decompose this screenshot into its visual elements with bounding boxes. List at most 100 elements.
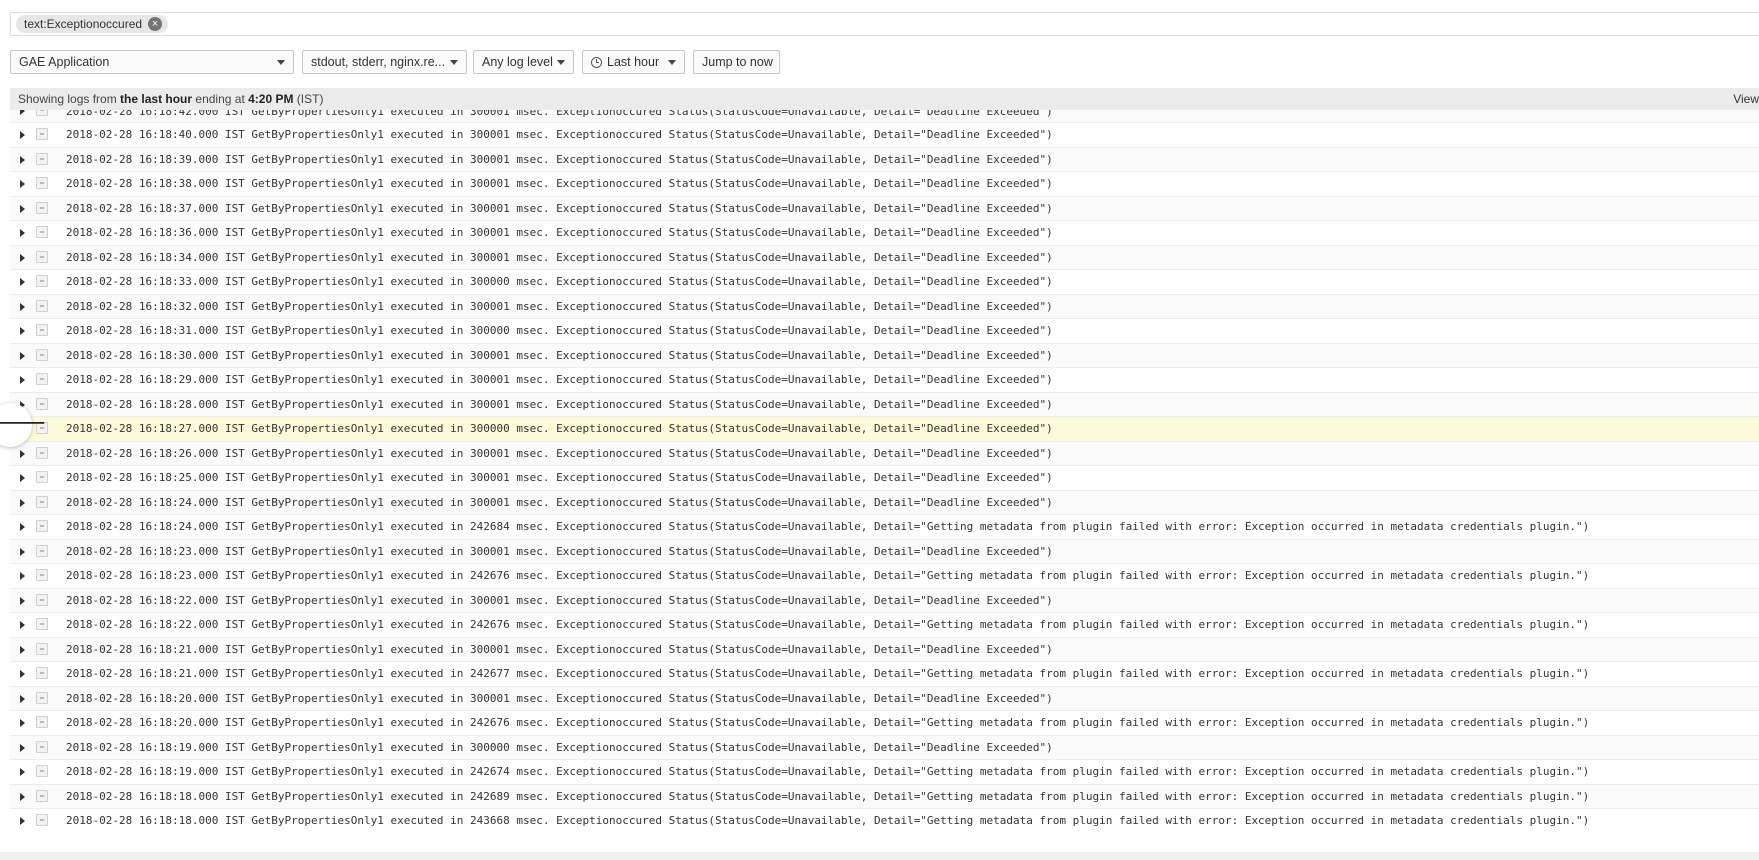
log-entry-text: 2018-02-28 16:18:42.000 IST GetByPropert… bbox=[66, 110, 1053, 118]
expand-arrow-icon[interactable] bbox=[20, 351, 25, 360]
log-level-selector[interactable]: Any log level bbox=[473, 50, 574, 74]
log-entry-row[interactable]: 2018-02-28 16:18:26.000 IST GetByPropert… bbox=[10, 441, 1759, 466]
log-entry-text: 2018-02-28 16:18:40.000 IST GetByPropert… bbox=[66, 128, 1053, 141]
severity-default-icon bbox=[36, 250, 48, 263]
log-entry-row[interactable]: 2018-02-28 16:18:32.000 IST GetByPropert… bbox=[10, 294, 1759, 319]
log-entry-row[interactable]: 2018-02-28 16:18:29.000 IST GetByPropert… bbox=[10, 368, 1759, 393]
search-filter-bar[interactable]: text:Exceptionoccured × bbox=[10, 12, 1759, 36]
log-entry-text: 2018-02-28 16:18:34.000 IST GetByPropert… bbox=[66, 250, 1053, 264]
expand-arrow-icon[interactable] bbox=[20, 523, 25, 531]
expand-arrow-icon[interactable] bbox=[20, 327, 25, 335]
log-entry-row[interactable]: 2018-02-28 16:18:37.000 IST GetByPropert… bbox=[10, 196, 1759, 221]
severity-default-icon bbox=[36, 177, 48, 189]
expand-arrow-icon[interactable] bbox=[20, 572, 25, 580]
severity-default-icon bbox=[36, 397, 48, 410]
log-entry-text: 2018-02-28 16:18:21.000 IST GetByPropert… bbox=[66, 667, 1590, 680]
log-entry-text: 2018-02-28 16:18:28.000 IST GetByPropert… bbox=[66, 397, 1053, 411]
log-entry-row[interactable]: 2018-02-28 16:18:20.000 IST GetByPropert… bbox=[10, 686, 1759, 711]
severity-default-icon bbox=[36, 765, 48, 777]
severity-default-icon bbox=[36, 446, 48, 459]
severity-default-icon bbox=[36, 740, 48, 753]
jump-to-now-button[interactable]: Jump to now bbox=[693, 50, 780, 74]
log-name-selector[interactable]: stdout, stderr, nginx.re... bbox=[302, 50, 467, 74]
log-entry-text: 2018-02-28 16:18:19.000 IST GetByPropert… bbox=[66, 765, 1590, 778]
log-entry-row[interactable]: 2018-02-28 16:18:33.000 IST GetByPropert… bbox=[10, 270, 1759, 295]
expand-arrow-icon[interactable] bbox=[20, 498, 25, 507]
log-entry-row[interactable]: 2018-02-28 16:18:21.000 IST GetByPropert… bbox=[10, 637, 1759, 662]
log-entry-row[interactable]: 2018-02-28 16:18:23.000 IST GetByPropert… bbox=[10, 564, 1759, 589]
log-entry-text: 2018-02-28 16:18:23.000 IST GetByPropert… bbox=[66, 569, 1590, 582]
expand-arrow-icon[interactable] bbox=[20, 278, 25, 286]
expand-arrow-icon[interactable] bbox=[20, 204, 25, 213]
log-entry-row[interactable]: 2018-02-28 16:18:31.000 IST GetByPropert… bbox=[10, 319, 1759, 344]
expand-arrow-icon[interactable] bbox=[20, 792, 25, 801]
expand-arrow-icon[interactable] bbox=[20, 131, 25, 139]
log-entry-row[interactable]: 2018-02-28 16:18:34.000 IST GetByPropert… bbox=[10, 245, 1759, 270]
expand-arrow-icon[interactable] bbox=[20, 670, 25, 678]
log-entry-row[interactable]: 2018-02-28 16:18:24.000 IST GetByPropert… bbox=[10, 515, 1759, 540]
severity-default-icon bbox=[36, 667, 48, 679]
time-range-selector[interactable]: Last hour bbox=[582, 50, 685, 74]
expand-arrow-icon[interactable] bbox=[20, 155, 25, 164]
expand-arrow-icon[interactable] bbox=[20, 253, 25, 262]
log-entry-row[interactable]: 2018-02-28 16:18:36.000 IST GetByPropert… bbox=[10, 221, 1759, 246]
severity-default-icon bbox=[36, 226, 48, 238]
chevron-down-icon bbox=[668, 60, 676, 65]
log-entry-row[interactable]: 2018-02-28 16:18:22.000 IST GetByPropert… bbox=[10, 588, 1759, 613]
filter-chip[interactable]: text:Exceptionoccured × bbox=[16, 15, 169, 33]
severity-default-icon bbox=[36, 520, 48, 532]
log-name-selector-label: stdout, stderr, nginx.re... bbox=[311, 55, 446, 69]
log-entry-row[interactable]: 2018-02-28 16:18:28.000 IST GetByPropert… bbox=[10, 392, 1759, 417]
expand-arrow-icon[interactable] bbox=[20, 768, 25, 776]
log-entry-text: 2018-02-28 16:18:18.000 IST GetByPropert… bbox=[66, 814, 1590, 827]
log-entry-text: 2018-02-28 16:18:24.000 IST GetByPropert… bbox=[66, 520, 1590, 533]
filter-chip-label: text:Exceptionoccured bbox=[24, 17, 143, 31]
log-entries-list[interactable]: 2018-02-28 16:18:42.000 IST GetByPropert… bbox=[10, 110, 1759, 832]
log-entry-row[interactable]: 2018-02-28 16:18:24.000 IST GetByPropert… bbox=[10, 490, 1759, 515]
severity-default-icon bbox=[36, 275, 48, 287]
expand-arrow-icon[interactable] bbox=[20, 621, 25, 629]
view-options-link[interactable]: View bbox=[1733, 88, 1759, 110]
log-entry-row[interactable]: 2018-02-28 16:18:21.000 IST GetByPropert… bbox=[10, 662, 1759, 687]
expand-arrow-icon[interactable] bbox=[20, 229, 25, 237]
log-entry-row[interactable]: 2018-02-28 16:18:27.000 IST GetByPropert… bbox=[10, 417, 1759, 442]
log-entry-text: 2018-02-28 16:18:22.000 IST GetByPropert… bbox=[66, 618, 1590, 631]
log-entry-row[interactable]: 2018-02-28 16:18:39.000 IST GetByPropert… bbox=[10, 147, 1759, 172]
log-entry-text: 2018-02-28 16:18:38.000 IST GetByPropert… bbox=[66, 177, 1053, 190]
log-entry-row[interactable]: 2018-02-28 16:18:20.000 IST GetByPropert… bbox=[10, 711, 1759, 736]
info-middle: ending at bbox=[192, 92, 249, 106]
log-entry-row[interactable]: 2018-02-28 16:18:18.000 IST GetByPropert… bbox=[10, 809, 1759, 832]
expand-arrow-icon[interactable] bbox=[20, 596, 25, 605]
expand-arrow-icon[interactable] bbox=[20, 743, 25, 752]
severity-default-icon bbox=[36, 201, 48, 214]
log-entry-row[interactable]: 2018-02-28 16:18:38.000 IST GetByPropert… bbox=[10, 172, 1759, 197]
log-entry-row[interactable]: 2018-02-28 16:18:22.000 IST GetByPropert… bbox=[10, 613, 1759, 638]
expand-arrow-icon[interactable] bbox=[20, 645, 25, 654]
log-entry-row[interactable]: 2018-02-28 16:18:19.000 IST GetByPropert… bbox=[10, 735, 1759, 760]
chevron-down-icon bbox=[557, 60, 565, 65]
log-entry-row[interactable]: 2018-02-28 16:18:30.000 IST GetByPropert… bbox=[10, 343, 1759, 368]
expand-arrow-icon[interactable] bbox=[20, 110, 25, 115]
log-entry-row[interactable]: 2018-02-28 16:18:18.000 IST GetByPropert… bbox=[10, 784, 1759, 809]
log-entry-row[interactable]: 2018-02-28 16:18:23.000 IST GetByPropert… bbox=[10, 539, 1759, 564]
expand-arrow-icon[interactable] bbox=[20, 376, 25, 384]
severity-default-icon bbox=[36, 110, 48, 116]
resource-selector[interactable]: GAE Application bbox=[10, 50, 294, 74]
expand-arrow-icon[interactable] bbox=[20, 302, 25, 311]
log-entry-row[interactable]: 2018-02-28 16:18:25.000 IST GetByPropert… bbox=[10, 466, 1759, 491]
log-entry-row[interactable]: 2018-02-28 16:18:40.000 IST GetByPropert… bbox=[10, 123, 1759, 148]
log-entry-row[interactable]: 2018-02-28 16:18:42.000 IST GetByPropert… bbox=[10, 110, 1759, 123]
severity-default-icon bbox=[36, 691, 48, 704]
expand-arrow-icon[interactable] bbox=[20, 817, 25, 825]
expand-arrow-icon[interactable] bbox=[20, 547, 25, 556]
log-entry-text: 2018-02-28 16:18:27.000 IST GetByPropert… bbox=[66, 422, 1053, 435]
expand-arrow-icon[interactable] bbox=[20, 719, 25, 727]
expand-arrow-icon[interactable] bbox=[20, 180, 25, 188]
expand-arrow-icon[interactable] bbox=[20, 474, 25, 482]
expand-arrow-icon[interactable] bbox=[20, 694, 25, 703]
severity-default-icon bbox=[36, 299, 48, 312]
expand-arrow-icon[interactable] bbox=[20, 449, 25, 458]
log-entry-text: 2018-02-28 16:18:39.000 IST GetByPropert… bbox=[66, 152, 1053, 166]
close-icon[interactable]: × bbox=[148, 17, 163, 31]
log-entry-row[interactable]: 2018-02-28 16:18:19.000 IST GetByPropert… bbox=[10, 760, 1759, 785]
